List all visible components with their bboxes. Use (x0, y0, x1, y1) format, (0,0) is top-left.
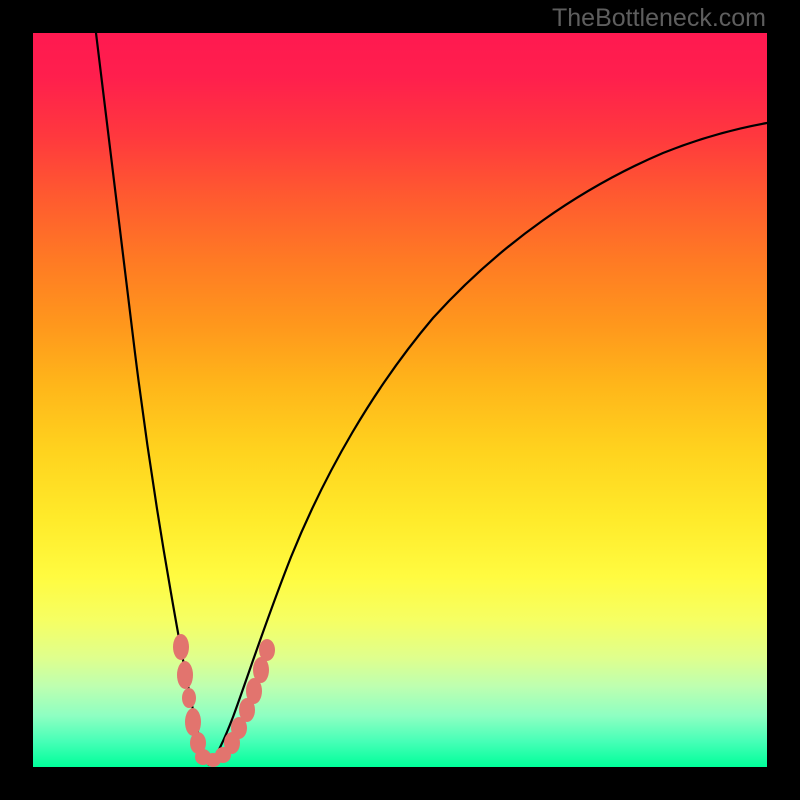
marker (185, 708, 201, 736)
marker (182, 688, 196, 708)
bottleneck-curve (96, 33, 767, 765)
curve-right-branch (209, 123, 767, 765)
marker-group (173, 634, 275, 767)
plot-area (33, 33, 767, 767)
watermark-text: TheBottleneck.com (552, 4, 766, 33)
marker (173, 634, 189, 660)
marker (259, 639, 275, 661)
marker (177, 661, 193, 689)
curve-left-branch (96, 33, 209, 765)
curve-layer (33, 33, 767, 767)
chart-frame: TheBottleneck.com (0, 0, 800, 800)
